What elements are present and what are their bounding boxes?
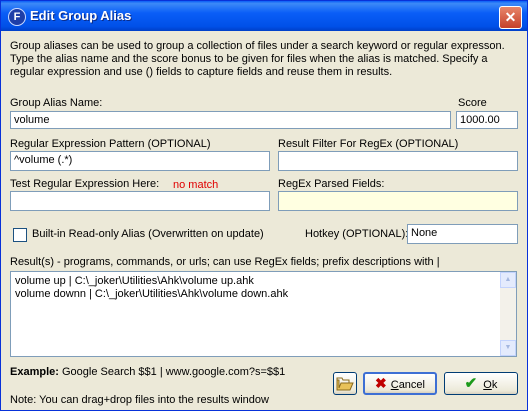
edit-group-alias-dialog: F Edit Group Alias ✕ Group aliases can b… — [0, 0, 528, 411]
scroll-down-arrow-icon[interactable]: ▼ — [500, 340, 516, 356]
match-status: no match — [173, 179, 219, 191]
ok-label: k — [491, 379, 498, 391]
results-scrollbar[interactable]: ▲ ▼ — [500, 272, 516, 356]
results-label: Result(s) - programs, commands, or urls;… — [10, 256, 440, 268]
close-window-button[interactable]: ✕ — [499, 6, 522, 29]
ok-label-accel: O — [483, 379, 492, 391]
example-text: Example: Google Search $$1 | www.google.… — [10, 366, 285, 378]
result-filter-input[interactable] — [278, 151, 518, 171]
regex-pattern-label: Regular Expression Pattern (OPTIONAL) — [10, 138, 211, 150]
cancel-label: ancel — [398, 379, 425, 391]
example-label: Example: — [10, 366, 59, 378]
results-textarea[interactable]: volume up | C:\_joker\Utilities\Ahk\volu… — [10, 271, 517, 357]
ok-button[interactable]: ✔ Ok — [444, 372, 518, 395]
scroll-up-arrow-icon[interactable]: ▲ — [500, 272, 516, 288]
cancel-x-icon: ✖ — [375, 375, 387, 391]
test-regex-input[interactable] — [10, 191, 270, 211]
app-logo-icon: F — [8, 8, 26, 26]
regex-pattern-input[interactable]: ^volume (.*) — [10, 151, 270, 171]
cancel-label-accel: C — [390, 379, 399, 391]
builtin-readonly-label: Built-in Read-only Alias (Overwritten on… — [32, 228, 264, 240]
title-bar[interactable]: F Edit Group Alias ✕ — [1, 1, 527, 31]
test-regex-label: Test Regular Expression Here: — [10, 178, 160, 190]
example-value: Google Search $$1 | www.google.com?s=$$1 — [61, 366, 286, 378]
open-folder-icon — [336, 377, 354, 391]
drag-drop-note: Note: You can drag+drop files into the r… — [10, 394, 269, 406]
alias-name-input[interactable]: volume — [10, 111, 451, 129]
browse-folder-button[interactable] — [333, 372, 357, 395]
hotkey-input[interactable]: None — [407, 224, 518, 244]
window-title: Edit Group Alias — [30, 8, 132, 23]
builtin-readonly-checkbox[interactable] — [13, 228, 27, 242]
result-line: volume downn | C:\_joker\Utilities\Ahk\v… — [15, 288, 289, 300]
dialog-description: Group aliases can be used to group a col… — [10, 40, 505, 78]
hotkey-label: Hotkey (OPTIONAL): — [305, 228, 409, 240]
result-line: volume up | C:\_joker\Utilities\Ahk\volu… — [15, 275, 254, 287]
alias-name-label: Group Alias Name: — [10, 97, 103, 109]
checkmark-icon: ✔ — [464, 375, 478, 392]
score-label: Score — [458, 97, 487, 109]
parsed-fields-label: RegEx Parsed Fields: — [278, 178, 385, 190]
cancel-button[interactable]: ✖ Cancel — [363, 372, 437, 395]
result-filter-label: Result Filter For RegEx (OPTIONAL) — [278, 138, 459, 150]
score-input[interactable]: 1000.00 — [456, 111, 518, 129]
parsed-fields-output — [278, 191, 518, 211]
